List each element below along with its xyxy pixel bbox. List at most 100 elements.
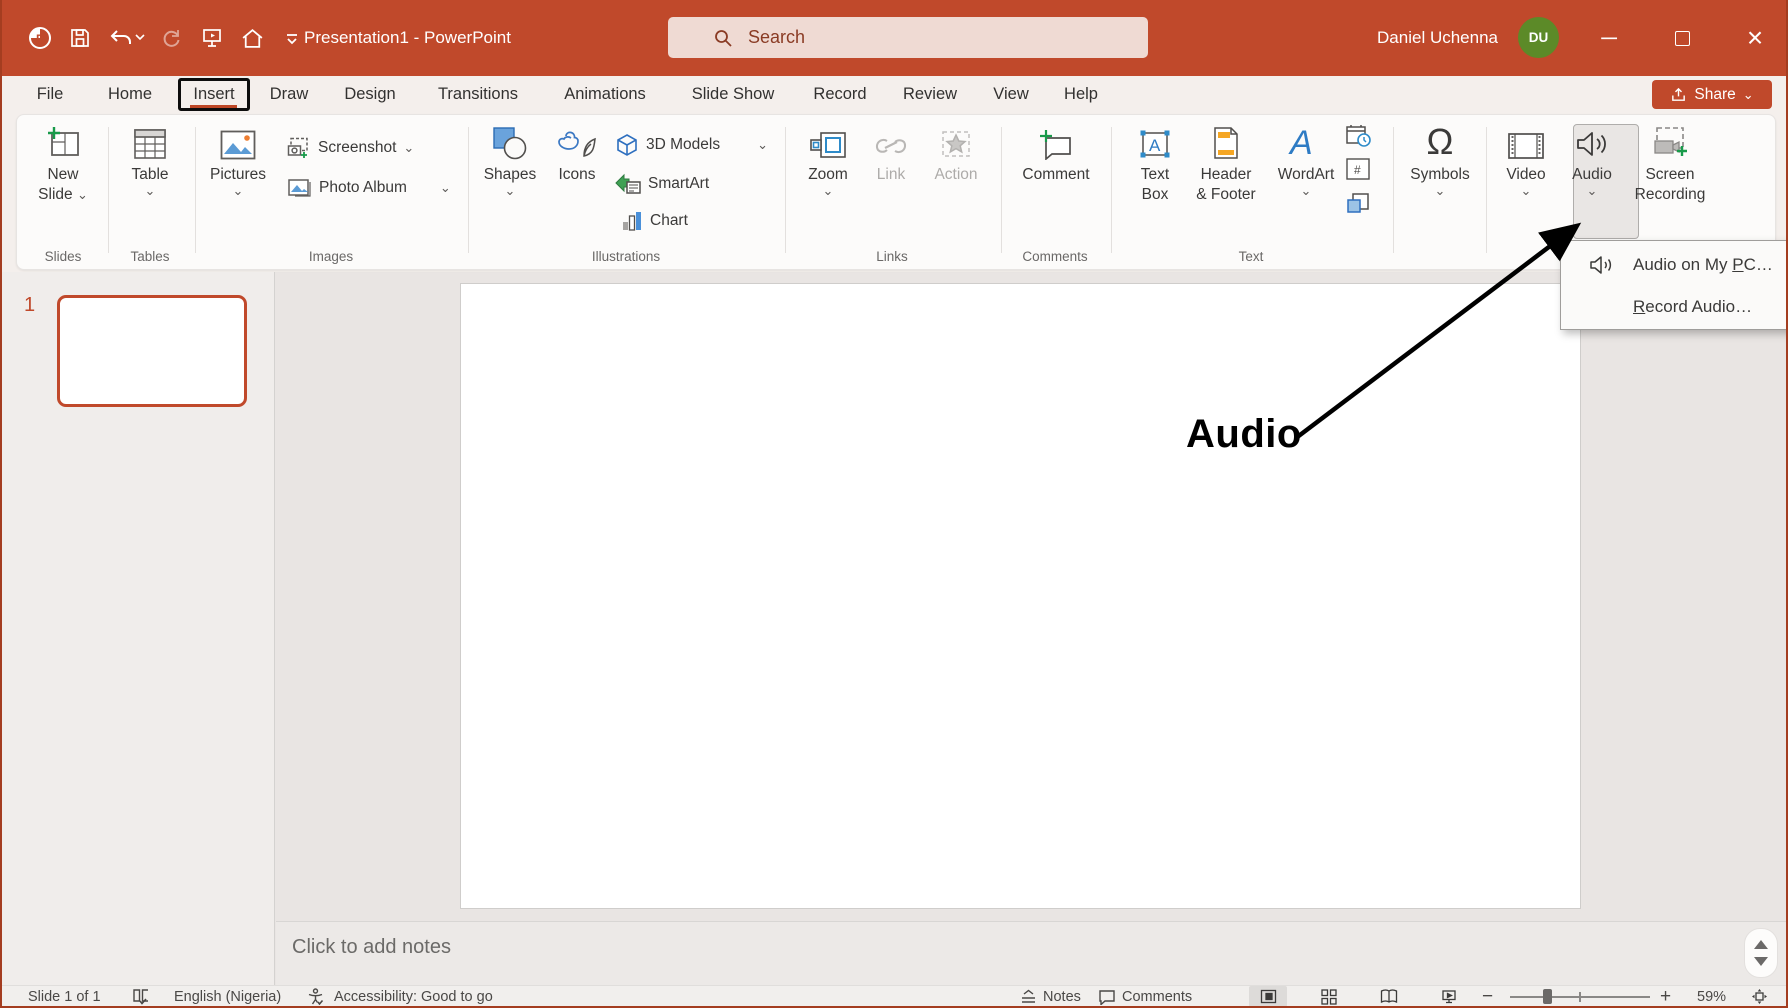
zoom-in-button[interactable]: + [1660, 986, 1671, 1007]
tab-design[interactable]: Design [344, 76, 395, 112]
search-input[interactable]: Search [668, 17, 1148, 58]
tab-view[interactable]: View [993, 76, 1028, 112]
powerpoint-logo-icon[interactable]: P [20, 16, 60, 60]
save-icon[interactable] [60, 16, 100, 60]
comment-label: Comment [1022, 165, 1089, 185]
notes-pane[interactable]: Click to add notes [276, 921, 1788, 985]
icons-button[interactable]: Icons [537, 122, 617, 185]
start-slideshow-icon[interactable] [192, 16, 232, 60]
tab-file[interactable]: File [37, 76, 64, 112]
tab-transitions[interactable]: Transitions [438, 76, 518, 112]
text-box-label2: Box [1142, 185, 1169, 205]
comments-toggle[interactable]: Comments [1098, 986, 1192, 1007]
screen-recording-label2: Recording [1635, 185, 1706, 205]
redo-icon[interactable] [152, 16, 192, 60]
audio-button[interactable]: Audio ⌄ [1559, 122, 1625, 197]
normal-view-button[interactable] [1249, 986, 1287, 1007]
chevron-down-icon: ⌄ [145, 185, 156, 197]
video-button[interactable]: Video ⌄ [1486, 122, 1566, 197]
avatar[interactable]: DU [1518, 17, 1559, 58]
tab-record[interactable]: Record [813, 76, 866, 112]
tab-draw[interactable]: Draw [270, 76, 309, 112]
text-box-label: Text [1141, 165, 1169, 185]
share-label: Share [1694, 86, 1735, 104]
spellcheck-icon[interactable] [132, 986, 150, 1007]
pictures-button[interactable]: Pictures ⌄ [198, 122, 278, 197]
slide-canvas[interactable] [460, 283, 1581, 909]
maximize-button[interactable] [1652, 0, 1712, 76]
chevron-down-icon: ⌄ [233, 185, 244, 197]
notes-toggle[interactable]: Notes [1020, 986, 1081, 1007]
chart-button[interactable]: Chart [621, 210, 688, 232]
date-time-button[interactable] [1345, 123, 1371, 149]
slide-sorter-view-button[interactable] [1310, 986, 1348, 1007]
new-slide-button[interactable]: New Slide ⌄ [23, 122, 103, 205]
group-divider [195, 127, 196, 253]
tab-help[interactable]: Help [1064, 76, 1098, 112]
link-label: Link [877, 165, 905, 185]
tab-slide-show[interactable]: Slide Show [692, 76, 775, 112]
next-slide-icon[interactable] [1754, 957, 1768, 966]
3d-models-button[interactable]: 3D Models ⌄ [615, 133, 768, 157]
table-button[interactable]: Table ⌄ [110, 122, 190, 197]
chevron-down-icon: ⌄ [1521, 185, 1532, 197]
minimize-icon: ─ [1601, 25, 1617, 51]
chevron-down-icon: ⌄ [757, 139, 768, 151]
photo-album-button[interactable]: Photo Album ⌄ [287, 177, 451, 198]
zoom-slider-thumb[interactable] [1543, 989, 1552, 1004]
close-button[interactable]: × [1725, 0, 1785, 76]
accessibility-icon[interactable] [307, 986, 324, 1007]
fit-slide-button[interactable] [1740, 986, 1778, 1007]
chevron-down-icon: ⌄ [505, 185, 516, 197]
comments-toggle-label: Comments [1122, 989, 1192, 1005]
ribbon-tab-bar: File Home Draw Design Transitions Animat… [2, 76, 1786, 112]
tab-home[interactable]: Home [108, 76, 152, 112]
tab-animations[interactable]: Animations [564, 76, 646, 112]
account-name[interactable]: Daniel Uchenna [1377, 0, 1498, 76]
menu-item-audio-on-my-pc[interactable]: Audio on My PC… [1561, 243, 1788, 286]
audio-dropdown-menu: Audio on My PC… Record Audio… [1560, 240, 1788, 330]
slide-indicator[interactable]: Slide 1 of 1 [28, 986, 101, 1007]
menu-item-label: Audio on My PC… [1633, 255, 1773, 275]
chevron-down-icon: ⌄ [1587, 185, 1598, 197]
video-label: Video [1506, 165, 1545, 185]
tab-insert[interactable]: Insert [193, 85, 234, 104]
share-button[interactable]: Share ⌄ [1652, 80, 1772, 109]
smartart-button[interactable]: SmartArt [615, 173, 709, 195]
minimize-button[interactable]: ─ [1579, 0, 1639, 76]
home-icon[interactable] [232, 16, 272, 60]
group-label-comments: Comments [1022, 249, 1087, 264]
menu-item-label: Record Audio… [1633, 297, 1752, 317]
header-footer-button[interactable]: Header & Footer [1181, 122, 1271, 205]
screen-recording-button[interactable]: Screen Recording [1620, 122, 1720, 205]
zoom-level[interactable]: 59% [1697, 986, 1726, 1007]
screenshot-button[interactable]: Screenshot ⌄ [287, 137, 414, 159]
language-indicator[interactable]: English (Nigeria) [174, 986, 281, 1007]
accessibility-status[interactable]: Accessibility: Good to go [334, 986, 493, 1007]
share-icon [1670, 86, 1687, 103]
menu-item-record-audio[interactable]: Record Audio… [1561, 285, 1788, 328]
object-icon [1345, 191, 1371, 217]
svg-text:#: # [1354, 163, 1361, 177]
wordart-icon: A [1286, 122, 1326, 160]
notes-icon [1020, 989, 1037, 1004]
object-button[interactable] [1345, 191, 1371, 217]
slideshow-view-button[interactable] [1430, 986, 1468, 1007]
quick-access-toolbar: P [20, 0, 312, 76]
previous-slide-icon[interactable] [1754, 940, 1768, 949]
new-slide-label: New [47, 165, 78, 185]
reading-view-button[interactable] [1370, 986, 1408, 1007]
wordart-button[interactable]: A WordArt ⌄ [1266, 122, 1346, 197]
slide-thumbnail[interactable] [57, 295, 247, 407]
active-tab-indicator [190, 105, 237, 108]
symbols-button[interactable]: Ω Symbols ⌄ [1400, 122, 1480, 197]
slide-number-button[interactable]: # [1345, 157, 1371, 181]
undo-icon[interactable] [100, 16, 152, 60]
tab-review[interactable]: Review [903, 76, 957, 112]
zoom-out-button[interactable]: − [1482, 986, 1493, 1007]
comment-button[interactable]: Comment [1016, 122, 1096, 185]
status-bar: Slide 1 of 1 English (Nigeria) Accessibi… [2, 985, 1786, 1006]
symbols-label: Symbols [1410, 165, 1469, 185]
action-label: Action [934, 165, 977, 185]
action-icon [939, 122, 973, 160]
